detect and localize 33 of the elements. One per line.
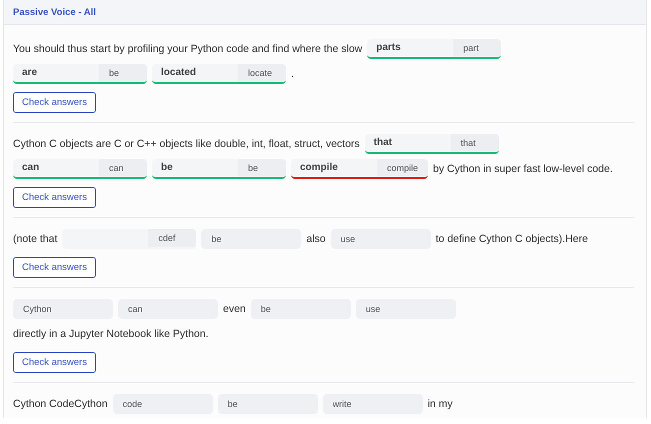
answer-field[interactable]: be [250, 299, 351, 319]
check-answers-button[interactable]: Check answers [13, 92, 96, 113]
sentence-text: directly in a Jupyter Notebook like Python. [13, 327, 209, 342]
sentence-text: . [291, 67, 294, 82]
answer-field[interactable]: can [118, 299, 218, 319]
sentence-text: to define Cython C objects).Here [436, 232, 588, 247]
sentence-text: (note that [13, 232, 58, 247]
sentence-text: also [306, 232, 326, 247]
answer-field[interactable]: use [356, 299, 456, 319]
check-answers-button[interactable]: Check answers [13, 352, 96, 373]
panel-title: Passive Voice - All [13, 6, 96, 18]
answer-field[interactable]: be be [152, 159, 286, 179]
sentence-text: even [223, 302, 246, 317]
sentence-text: Cython C objects are C or C++ objects like double, int, float, struct, vectors [13, 137, 360, 152]
check-answers-button[interactable]: Check answers [13, 187, 96, 208]
sentence-text: in my [428, 397, 453, 412]
answer-field[interactable]: cdef [62, 229, 196, 249]
answer-field[interactable]: write [322, 394, 423, 414]
answer-field[interactable]: compile compile [291, 159, 428, 179]
answer-field[interactable]: Cython [13, 299, 113, 319]
answer-field[interactable]: be [201, 229, 302, 249]
sentence-text: You should thus start by profiling your Python code and find where the slow [13, 42, 362, 57]
answer-field[interactable]: can can [13, 159, 147, 179]
answer-field[interactable]: that that [364, 134, 499, 154]
answer-field[interactable]: located locate [152, 64, 286, 84]
answer-field[interactable]: are be [13, 64, 147, 84]
answer-field[interactable]: be [218, 394, 318, 414]
sentence-text: by Cython in super fast low-level code. [433, 162, 613, 177]
check-answers-button[interactable]: Check answers [13, 257, 96, 278]
answer-field[interactable]: use [330, 229, 431, 249]
sentence-text: Cython CodeCython [13, 397, 108, 412]
answer-field[interactable]: parts part [367, 39, 502, 59]
answer-field[interactable]: code [112, 394, 213, 414]
